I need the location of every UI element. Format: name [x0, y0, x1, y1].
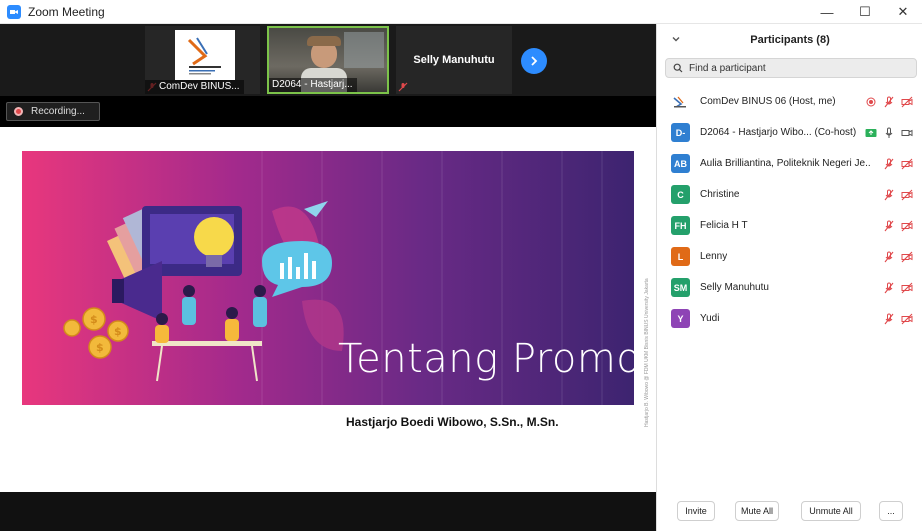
tile-name-large: Selly Manuhutu [413, 54, 495, 66]
window-title: Zoom Meeting [28, 4, 105, 19]
muted-mic-icon[interactable] [883, 189, 895, 201]
video-tile-speaker[interactable]: D2064 - Hastjarj... [267, 26, 389, 94]
participant-row[interactable]: AB Aulia Brilliantina, Politeknik Negeri… [657, 148, 922, 179]
shared-screen: $ $ $ Tentang Promosi Hastjarjo Boedi Wibo… [0, 127, 656, 492]
participant-name: Lenny [700, 251, 728, 262]
participants-list: ComDev BINUS 06 (Host, me) D- D2064 - Ha… [657, 86, 922, 334]
participant-row[interactable]: L Lenny [657, 241, 922, 272]
video-off-icon[interactable] [901, 220, 913, 232]
slide-author: Hastjarjo Boedi Wibowo, S.Sn., M.Sn. [346, 415, 559, 429]
participant-name: Yudi [700, 313, 720, 324]
slide-title: Tentang Promosi [338, 336, 634, 382]
video-icon[interactable] [901, 127, 913, 139]
unmute-all-button[interactable]: Unmute All [801, 501, 861, 521]
svg-text:$: $ [90, 313, 98, 326]
svg-text:$: $ [114, 325, 122, 338]
participants-panel: Participants (8) ComDev BINUS 06 (Host, … [656, 24, 922, 531]
participant-row[interactable]: SM Selly Manuhutu [657, 272, 922, 303]
muted-mic-icon[interactable] [883, 220, 895, 232]
participant-name: ComDev BINUS 06 (Host, me) [700, 96, 836, 107]
next-page-button[interactable] [521, 48, 547, 74]
participants-header: Participants (8) [657, 24, 922, 56]
maximize-button[interactable]: ☐ [846, 0, 884, 24]
video-off-icon[interactable] [901, 251, 913, 263]
video-tile-comdev[interactable]: ComDev BINUS... [145, 26, 260, 94]
record-status-icon [866, 97, 876, 106]
participant-row[interactable]: C Christine [657, 179, 922, 210]
participant-name: Selly Manuhutu [700, 282, 769, 293]
video-tile-selly[interactable]: Selly Manuhutu [396, 26, 512, 94]
muted-mic-icon [398, 82, 408, 92]
more-options-button[interactable]: ... [879, 501, 903, 521]
participant-search[interactable] [665, 58, 917, 78]
chevron-down-icon[interactable] [671, 34, 681, 44]
tile-name: ComDev BINUS... [145, 80, 244, 94]
video-off-icon[interactable] [901, 189, 913, 201]
participant-row[interactable]: D- D2064 - Hastjarjo Wibo... (Co-host) [657, 117, 922, 148]
minimize-button[interactable]: — [808, 0, 846, 24]
tile-name: D2064 - Hastjarj... [269, 78, 357, 92]
search-icon [673, 63, 683, 73]
avatar: SM [671, 278, 690, 297]
participant-row[interactable]: Y Yudi [657, 303, 922, 334]
avatar: L [671, 247, 690, 266]
record-icon [14, 107, 23, 116]
recording-label: Recording... [31, 106, 85, 117]
muted-mic-icon[interactable] [883, 158, 895, 170]
slide-banner: $ $ $ Tentang Promosi [22, 151, 634, 405]
video-off-icon[interactable] [901, 158, 913, 170]
video-off-icon[interactable] [901, 96, 913, 108]
avatar: C [671, 185, 690, 204]
mute-all-button[interactable]: Mute All [735, 501, 779, 521]
participant-name: Aulia Brilliantina, Politeknik Negeri Je… [700, 158, 870, 169]
participants-title: Participants (8) [750, 34, 830, 46]
screen-share-icon [865, 128, 877, 137]
muted-mic-icon[interactable] [883, 96, 895, 108]
search-input[interactable] [689, 62, 889, 74]
participants-footer: Invite Mute All Unmute All ... [657, 498, 922, 524]
mic-icon[interactable] [883, 127, 895, 139]
muted-mic-icon[interactable] [883, 313, 895, 325]
avatar: AB [671, 154, 690, 173]
video-off-icon[interactable] [901, 282, 913, 294]
zoom-camera-icon [7, 4, 21, 19]
meeting-controls-bar [0, 492, 656, 531]
avatar: FH [671, 216, 690, 235]
participant-row[interactable]: ComDev BINUS 06 (Host, me) [657, 86, 922, 117]
recording-indicator[interactable]: Recording... [6, 102, 100, 121]
avatar-logo [671, 92, 690, 111]
participant-name: Felicia H T [700, 220, 748, 231]
participant-name: D2064 - Hastjarjo Wibo... (Co-host) [700, 127, 857, 138]
chevron-right-icon [531, 56, 538, 66]
title-bar: Zoom Meeting — ☐ ✕ [0, 0, 922, 24]
avatar: Y [671, 309, 690, 328]
slide-side-credit: Hastjarjo B. Wibowo @ FDM UKM Bisnis BIN… [644, 278, 650, 427]
meeting-area: ComDev BINUS... D2064 - Hastjarj... Sell… [0, 24, 656, 531]
avatar: D- [671, 123, 690, 142]
svg-text:$: $ [96, 341, 104, 354]
muted-mic-icon[interactable] [883, 251, 895, 263]
participant-row[interactable]: FH Felicia H T [657, 210, 922, 241]
invite-button[interactable]: Invite [677, 501, 715, 521]
binus-logo [175, 30, 235, 80]
muted-mic-icon[interactable] [883, 282, 895, 294]
video-strip: ComDev BINUS... D2064 - Hastjarj... Sell… [0, 24, 656, 96]
video-off-icon[interactable] [901, 313, 913, 325]
close-button[interactable]: ✕ [884, 0, 922, 24]
participant-name: Christine [700, 189, 740, 200]
